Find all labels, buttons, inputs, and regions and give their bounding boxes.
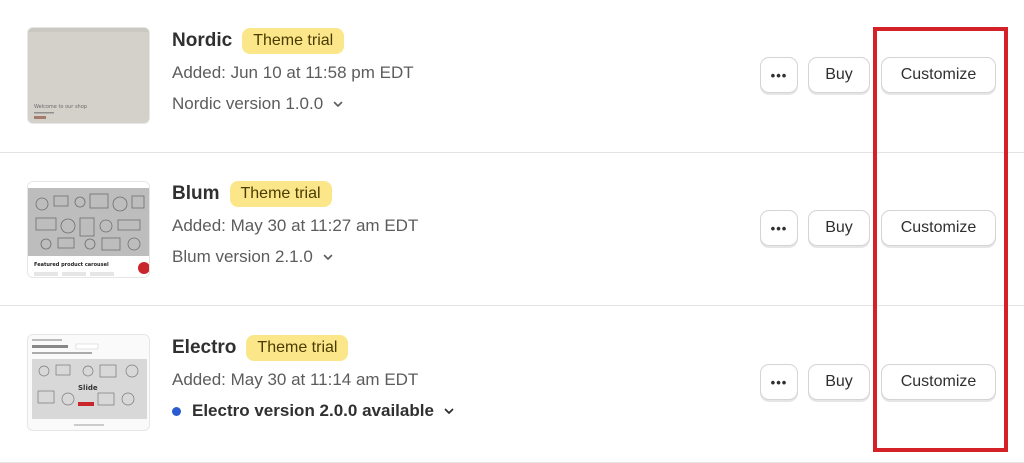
nordic-preview-image: Welcome to our shop [28,28,149,123]
update-available-dot-icon [172,406,181,416]
customize-button[interactable]: Customize [881,364,996,400]
ellipsis-icon: ••• [770,67,788,83]
theme-title-line: Electro Theme trial [172,335,349,361]
theme-added-date: Added: Jun 10 at 11:58 pm EDT [172,63,414,82]
nordic-thumb-text: Welcome to our shop [34,104,87,110]
customize-button[interactable]: Customize [881,210,996,246]
theme-title-line: Blum Theme trial [172,181,332,207]
buy-button[interactable]: Buy [808,364,870,400]
theme-thumbnail-blum[interactable]: Featured product carousel [27,181,150,278]
theme-version-dropdown[interactable]: Nordic version 1.0.0 [172,94,344,114]
more-actions-button[interactable]: ••• [760,364,798,400]
theme-version-label: Electro version 2.0.0 available [192,401,434,420]
theme-name: Blum [172,183,220,204]
more-actions-button[interactable]: ••• [760,57,798,93]
theme-trial-badge: Theme trial [246,335,349,361]
theme-thumbnail-electro[interactable]: Slide [27,334,150,431]
theme-library-list: Welcome to our shop Nordic Theme trial A… [0,0,1024,463]
theme-row-blum: Featured product carousel Blum Theme tri… [0,153,1024,306]
theme-added-date: Added: May 30 at 11:27 am EDT [172,216,419,235]
theme-version-label: Blum version 2.1.0 [172,247,313,266]
theme-version-label: Nordic version 1.0.0 [172,94,324,113]
electro-thumb-text: Slide [78,384,98,392]
theme-added-date: Added: May 30 at 11:14 am EDT [172,370,419,389]
theme-row-nordic: Welcome to our shop Nordic Theme trial A… [0,0,1024,153]
theme-trial-badge: Theme trial [242,28,345,54]
blum-thumb-text: Featured product carousel [34,262,109,268]
electro-preview-image: Slide [28,335,149,430]
theme-version-dropdown[interactable]: Electro version 2.0.0 available [172,401,455,421]
chevron-down-icon [333,101,343,107]
buy-button[interactable]: Buy [808,57,870,93]
theme-name: Electro [172,337,237,358]
customize-button[interactable]: Customize [881,57,996,93]
theme-row-electro: Slide Electro Theme trial Added: May 30 … [0,307,1024,463]
ellipsis-icon: ••• [770,374,788,390]
theme-trial-badge: Theme trial [229,181,332,207]
theme-version-dropdown[interactable]: Blum version 2.1.0 [172,247,334,267]
theme-title-line: Nordic Theme trial [172,28,345,54]
more-actions-button[interactable]: ••• [760,210,798,246]
theme-thumbnail-nordic[interactable]: Welcome to our shop [27,27,150,124]
chevron-down-icon [323,254,333,260]
buy-button[interactable]: Buy [808,210,870,246]
chevron-down-icon [444,408,454,414]
ellipsis-icon: ••• [770,220,788,236]
theme-name: Nordic [172,30,233,51]
blum-preview-image: Featured product carousel [28,182,149,277]
